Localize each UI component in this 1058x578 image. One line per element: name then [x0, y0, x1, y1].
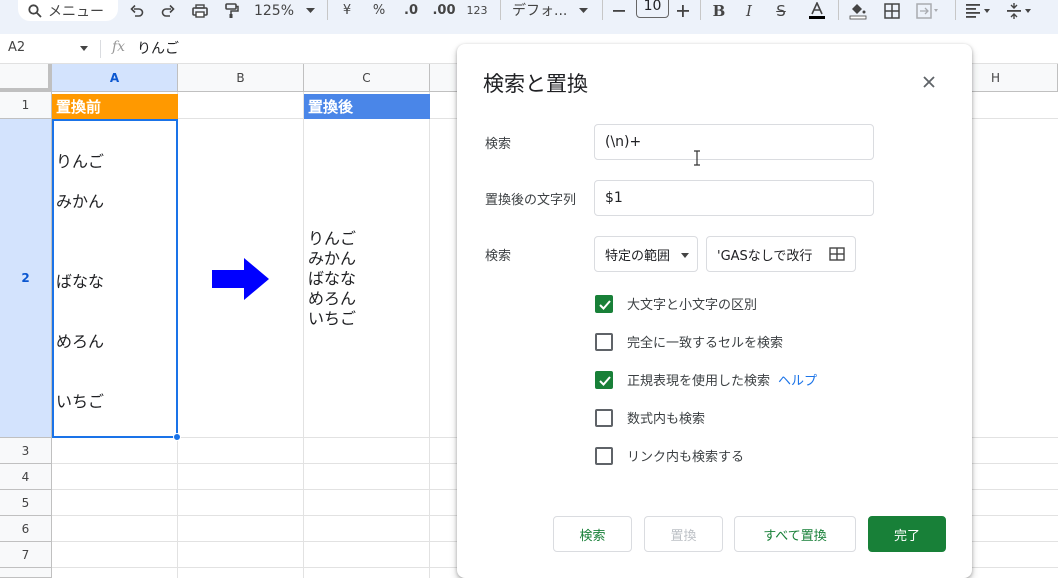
- row-header-6[interactable]: 6: [0, 516, 52, 542]
- name-box[interactable]: A2: [8, 40, 25, 55]
- option-match-case[interactable]: 大文字と小文字の区別: [595, 294, 757, 313]
- column-header-a[interactable]: A: [52, 64, 178, 92]
- scope-select-value: 特定の範囲: [605, 248, 671, 264]
- font-size-increase-icon[interactable]: [676, 0, 690, 21]
- dialog-title: 検索と置換: [483, 72, 588, 96]
- option-label: 数式内も検索: [627, 412, 706, 427]
- range-input[interactable]: 'GASなしで改行: [706, 236, 856, 272]
- menu-search[interactable]: メニュー: [18, 0, 118, 21]
- undo-icon[interactable]: [127, 0, 147, 21]
- paint-format-icon[interactable]: [222, 0, 242, 21]
- row-header-2[interactable]: 2: [0, 119, 52, 438]
- row-header-8[interactable]: [0, 568, 52, 578]
- row-header-4[interactable]: 4: [0, 464, 52, 490]
- fill-color-icon[interactable]: [848, 0, 868, 21]
- italic-icon[interactable]: I: [742, 0, 756, 21]
- option-label: 大文字と小文字の区別: [627, 298, 758, 313]
- checkbox-checked[interactable]: [595, 370, 613, 389]
- text-cursor-icon: [694, 150, 700, 166]
- close-icon[interactable]: [919, 72, 939, 92]
- cell-a2-line: いちご: [56, 392, 105, 411]
- checkbox-unchecked[interactable]: [595, 446, 613, 465]
- option-match-entire-cell[interactable]: 完全に一致するセルを検索: [595, 332, 783, 351]
- replace-button[interactable]: 置換: [644, 516, 723, 552]
- find-button[interactable]: 検索: [553, 516, 632, 552]
- bold-icon[interactable]: B: [711, 0, 727, 21]
- checkbox-unchecked[interactable]: [595, 408, 613, 427]
- option-label: 正規表現を使用した検索: [627, 374, 771, 389]
- print-icon[interactable]: [190, 0, 210, 21]
- find-input[interactable]: [594, 124, 874, 160]
- search-icon: [28, 3, 42, 18]
- font-size-input[interactable]: 10: [636, 0, 669, 18]
- menu-search-label: メニュー: [48, 3, 104, 20]
- option-formulas[interactable]: 数式内も検索: [595, 408, 705, 427]
- option-label: 完全に一致するセルを検索: [627, 336, 784, 351]
- formula-input[interactable]: りんご: [137, 38, 179, 58]
- row-header-5[interactable]: 5: [0, 490, 52, 516]
- select-all-corner[interactable]: [0, 64, 52, 92]
- help-link[interactable]: ヘルプ: [778, 370, 817, 389]
- zoom-select[interactable]: 125%: [252, 0, 296, 21]
- find-replace-dialog: 検索と置換 検索 置換後の文字列 検索 特定の範囲 'GASなしで改行 大文字と…: [457, 44, 972, 578]
- option-label: リンク内も検索する: [627, 450, 745, 465]
- fill-handle[interactable]: [173, 433, 181, 441]
- number-format[interactable]: 123: [464, 0, 490, 21]
- chevron-down-icon: [681, 253, 689, 258]
- cell-a2-line: ばなな: [56, 272, 105, 291]
- find-label: 検索: [485, 137, 512, 152]
- redo-icon[interactable]: [158, 0, 178, 21]
- cell-a2-line: りんご: [56, 152, 105, 171]
- right-arrow-icon: [212, 258, 269, 300]
- select-range-icon[interactable]: [829, 247, 845, 261]
- strikethrough-icon[interactable]: S: [773, 0, 789, 21]
- vertical-align-icon[interactable]: [1005, 0, 1037, 21]
- checkbox-unchecked[interactable]: [595, 332, 613, 351]
- font-size-decrease-icon[interactable]: [612, 0, 626, 21]
- zoom-caret-icon[interactable]: [304, 0, 316, 21]
- cell-a2-line: めろん: [56, 332, 105, 351]
- replace-label: 置換後の文字列: [485, 193, 577, 208]
- scope-label: 検索: [485, 249, 512, 264]
- text-color-icon[interactable]: [806, 0, 828, 21]
- replace-all-button[interactable]: すべて置換: [734, 516, 856, 552]
- currency-format[interactable]: ¥: [340, 0, 354, 21]
- font-caret-icon[interactable]: [577, 0, 589, 21]
- column-header-b[interactable]: B: [178, 64, 304, 92]
- done-button[interactable]: 完了: [868, 516, 946, 552]
- cell-c2[interactable]: りんご みかん ばなな めろん いちご: [308, 229, 356, 329]
- font-select[interactable]: デフォ...: [512, 0, 567, 20]
- range-input-value: 'GASなしで改行: [717, 248, 813, 264]
- borders-icon[interactable]: [883, 0, 901, 21]
- merge-cells-icon[interactable]: [914, 0, 944, 21]
- function-icon: fx: [112, 39, 126, 55]
- option-links[interactable]: リンク内も検索する: [595, 446, 744, 465]
- row-header-3[interactable]: 3: [0, 438, 52, 464]
- horizontal-align-icon[interactable]: [964, 0, 996, 21]
- checkbox-checked[interactable]: [595, 294, 613, 313]
- row-header-1[interactable]: 1: [0, 92, 52, 119]
- name-box-caret-icon[interactable]: [80, 46, 88, 51]
- increase-decimal[interactable]: .00: [430, 0, 458, 21]
- decrease-decimal[interactable]: .0: [398, 0, 424, 21]
- column-header-c[interactable]: C: [304, 64, 430, 92]
- cell-c1[interactable]: 置換後: [304, 94, 430, 119]
- scope-select[interactable]: 特定の範囲: [594, 236, 698, 272]
- cell-a1[interactable]: 置換前: [52, 94, 178, 119]
- option-regex[interactable]: 正規表現を使用した検索 ヘルプ: [595, 370, 817, 389]
- row-header-7[interactable]: 7: [0, 542, 52, 568]
- replace-input[interactable]: [594, 180, 874, 216]
- toolbar: メニュー 125% ¥ % .0 .00 123 デフォ... 10 B I S: [0, 0, 1058, 34]
- cell-a2-line: みかん: [56, 192, 105, 211]
- percent-format[interactable]: %: [370, 0, 388, 21]
